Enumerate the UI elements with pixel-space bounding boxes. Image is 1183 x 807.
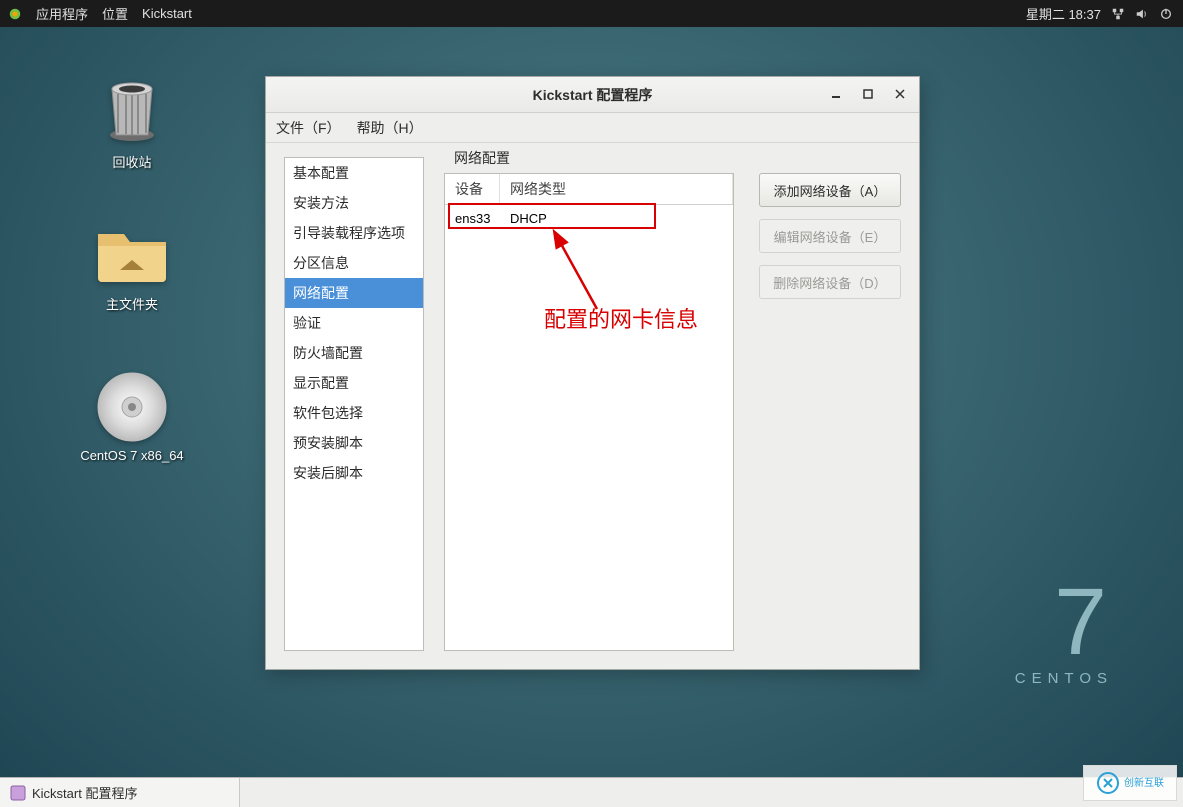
centos-branding: 7 CENTOS (1015, 575, 1113, 687)
sidebar-item-install-method[interactable]: 安装方法 (285, 188, 423, 218)
titlebar[interactable]: Kickstart 配置程序 (266, 77, 919, 113)
panel-group-label: 网络配置 (450, 148, 514, 168)
desktop-icon-label: 主文件夹 (72, 294, 192, 313)
add-network-device-button[interactable]: 添加网络设备（A） (759, 173, 901, 207)
delete-network-device-button: 删除网络设备（D） (759, 265, 901, 299)
network-device-table[interactable]: 设备 网络类型 ens33 DHCP (444, 173, 734, 651)
col-type[interactable]: 网络类型 (500, 174, 733, 204)
watermark: 创新互联 (1083, 765, 1177, 801)
power-icon[interactable] (1159, 7, 1173, 21)
minimize-button[interactable] (821, 81, 851, 107)
maximize-button[interactable] (853, 81, 883, 107)
sidebar-item-pre-script[interactable]: 预安装脚本 (285, 428, 423, 458)
sidebar-item-auth[interactable]: 验证 (285, 308, 423, 338)
taskbar: Kickstart 配置程序 (0, 777, 1183, 807)
taskbar-item-kickstart[interactable]: Kickstart 配置程序 (0, 778, 240, 807)
watermark-text: 创新互联 (1124, 778, 1164, 789)
volume-icon[interactable] (1135, 7, 1149, 21)
topbar: 应用程序 位置 Kickstart 星期二 18:37 (0, 0, 1183, 27)
desktop-icon-label: CentOS 7 x86_64 (72, 448, 192, 463)
annotation-label: 配置的网卡信息 (544, 302, 698, 334)
main-panel: 网络配置 设备 网络类型 ens33 DHCP (444, 157, 901, 651)
places-menu[interactable]: 位置 (102, 4, 128, 23)
desktop-icon-home[interactable]: 主文件夹 (72, 218, 192, 313)
trash-icon (100, 77, 164, 145)
desktop: 应用程序 位置 Kickstart 星期二 18:37 (0, 0, 1183, 807)
sidebar-item-packages[interactable]: 软件包选择 (285, 398, 423, 428)
desktop-icon-label: 回收站 (72, 152, 192, 171)
desktop-icon-disc[interactable]: CentOS 7 x86_64 (72, 372, 192, 463)
sidebar-item-display[interactable]: 显示配置 (285, 368, 423, 398)
menu-help[interactable]: 帮助（H） (357, 118, 423, 138)
watermark-logo-icon (1096, 771, 1120, 795)
desktop-icon-trash[interactable]: 回收站 (72, 76, 192, 171)
app-icon (10, 785, 26, 801)
kickstart-window: Kickstart 配置程序 文件（F） 帮助（H） 基本配置 安装方法 引导装… (265, 76, 920, 670)
sidebar-item-post-script[interactable]: 安装后脚本 (285, 458, 423, 488)
cell-type: DHCP (500, 209, 733, 228)
menu-file[interactable]: 文件（F） (276, 118, 341, 138)
disc-icon (93, 368, 171, 446)
window-title: Kickstart 配置程序 (533, 85, 653, 105)
active-app-label[interactable]: Kickstart (142, 6, 192, 21)
branding-name: CENTOS (1015, 670, 1113, 687)
cell-device: ens33 (445, 209, 500, 228)
table-header: 设备 网络类型 (445, 174, 733, 205)
edit-network-device-button: 编辑网络设备（E） (759, 219, 901, 253)
menubar: 文件（F） 帮助（H） (266, 113, 919, 143)
sidebar-item-network[interactable]: 网络配置 (285, 278, 423, 308)
table-row[interactable]: ens33 DHCP (445, 205, 733, 232)
network-icon[interactable] (1111, 7, 1125, 21)
sidebar-item-basic[interactable]: 基本配置 (285, 158, 423, 188)
col-device[interactable]: 设备 (445, 174, 500, 204)
sidebar-item-firewall[interactable]: 防火墙配置 (285, 338, 423, 368)
sidebar-item-bootloader[interactable]: 引导装载程序选项 (285, 218, 423, 248)
distro-logo-icon (8, 7, 22, 21)
close-button[interactable] (885, 81, 915, 107)
branding-digit: 7 (1015, 575, 1113, 670)
sidebar: 基本配置 安装方法 引导装载程序选项 分区信息 网络配置 验证 防火墙配置 显示… (284, 157, 424, 651)
taskbar-item-label: Kickstart 配置程序 (32, 783, 137, 802)
sidebar-item-partition[interactable]: 分区信息 (285, 248, 423, 278)
applications-menu[interactable]: 应用程序 (36, 4, 88, 23)
home-folder-icon (92, 220, 172, 286)
clock[interactable]: 星期二 18:37 (1026, 4, 1101, 23)
